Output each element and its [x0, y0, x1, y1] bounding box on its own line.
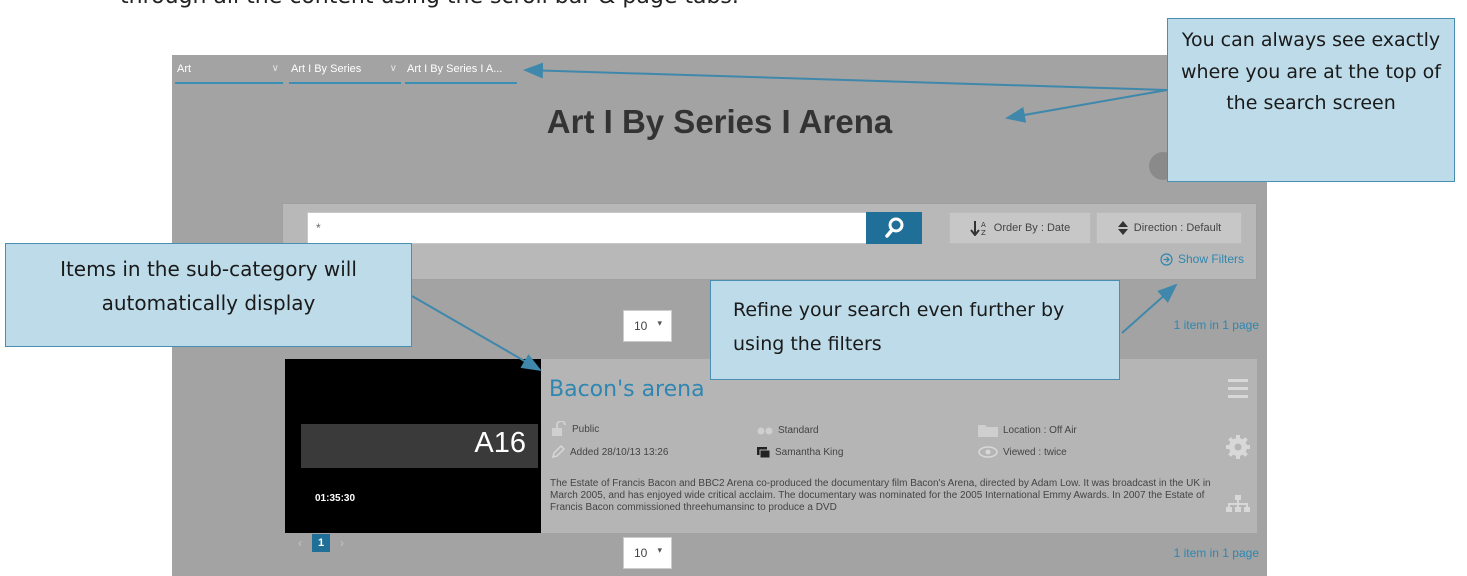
result-count-bottom: 1 item in 1 page	[1173, 546, 1259, 560]
svg-text:A: A	[981, 221, 986, 229]
views-label: Viewed : twice	[1003, 446, 1067, 458]
breadcrumb-label: Art I By Series	[291, 63, 362, 75]
show-filters-link[interactable]: Show Filters	[1160, 252, 1244, 266]
location-label: Location : Off Air	[1003, 424, 1077, 436]
actions-column	[1226, 379, 1250, 512]
access-meta: Public	[551, 421, 599, 437]
quality-dots-icon	[757, 427, 773, 434]
pencil-icon	[551, 445, 565, 459]
page-size-select-bottom[interactable]: 10 ▾	[623, 537, 672, 569]
added-label: Added 28/10/13 13:26	[570, 446, 669, 458]
gear-icon	[1226, 435, 1250, 459]
intro-text: through all the content using the scroll…	[120, 0, 739, 9]
unlock-icon	[552, 421, 566, 436]
chevron-down-icon: ∨	[389, 63, 397, 74]
menu-icon	[1228, 379, 1248, 398]
pagination: ‹ 1 ›	[298, 534, 344, 552]
show-filters-label: Show Filters	[1177, 252, 1244, 266]
caret-down-icon: ▾	[657, 545, 662, 555]
sort-az-icon: A Z	[970, 221, 986, 236]
order-by-label: Order By : Date	[993, 222, 1071, 234]
owner-label: Samantha King	[775, 447, 844, 458]
chevron-down-icon: ∨	[271, 63, 279, 74]
quality-meta: Standard	[757, 425, 819, 436]
search-button[interactable]	[866, 212, 922, 244]
result-description: The Estate of Francis Bacon and BBC2 Are…	[550, 478, 1211, 513]
prev-page-icon[interactable]: ‹	[298, 536, 302, 550]
page-number-current[interactable]: 1	[312, 534, 330, 552]
owner-meta: Samantha King	[757, 447, 843, 458]
added-meta: Added 28/10/13 13:26	[551, 445, 668, 459]
order-by-button[interactable]: A Z Order By : Date	[949, 212, 1091, 244]
callout-items: Items in the sub-category will automatic…	[5, 243, 412, 347]
user-card-icon	[757, 447, 770, 458]
breadcrumb-label: Art	[177, 63, 192, 75]
thumbnail-code: A16	[474, 427, 526, 459]
direction-label: Direction : Default	[1133, 222, 1222, 234]
breadcrumb-by-series[interactable]: Art I By Series ∨	[289, 60, 401, 84]
search-icon	[885, 217, 904, 238]
video-thumbnail[interactable]: A16 01:35:30	[285, 359, 541, 533]
result-count-top: 1 item in 1 page	[1173, 318, 1259, 332]
arrow-circle-right-icon	[1160, 252, 1173, 266]
breadcrumb-art[interactable]: Art ∨	[175, 60, 283, 84]
search-panel: A Z Order By : Date Direction : Default …	[282, 203, 1257, 280]
breadcrumb-arena[interactable]: Art I By Series I A...	[405, 60, 517, 84]
result-item[interactable]: A16 01:35:30 Bacon's arena Public Standa…	[285, 359, 1257, 533]
video-duration: 01:35:30	[315, 493, 356, 504]
caret-down-icon: ▾	[657, 318, 662, 328]
callout-breadcrumb: You can always see exactly where you are…	[1167, 18, 1455, 182]
thumbnail-band: A16	[301, 424, 538, 468]
location-meta: Location : Off Air	[978, 423, 1077, 437]
hierarchy-icon	[1226, 495, 1250, 512]
breadcrumb-label: Art I By Series I A...	[407, 63, 503, 75]
page-title: Art I By Series I Arena	[546, 103, 893, 140]
page-size-value: 10	[634, 546, 648, 560]
page-size-select-top[interactable]: 10 ▾	[623, 310, 672, 342]
page-size-value: 10	[634, 319, 648, 333]
result-title[interactable]: Bacon's arena	[549, 377, 705, 402]
svg-text:Z: Z	[981, 229, 986, 236]
search-input[interactable]	[307, 212, 867, 244]
quality-label: Standard	[778, 425, 819, 436]
result-actions	[1217, 359, 1257, 533]
direction-button[interactable]: Direction : Default	[1096, 212, 1242, 244]
views-meta: Viewed : twice	[978, 446, 1067, 458]
eye-icon	[978, 446, 998, 458]
callout-filters: Refine your search even further by using…	[710, 280, 1120, 380]
access-label: Public	[572, 423, 600, 435]
sort-direction-icon	[1117, 221, 1128, 235]
next-page-icon[interactable]: ›	[340, 536, 344, 550]
folder-icon	[978, 425, 998, 437]
